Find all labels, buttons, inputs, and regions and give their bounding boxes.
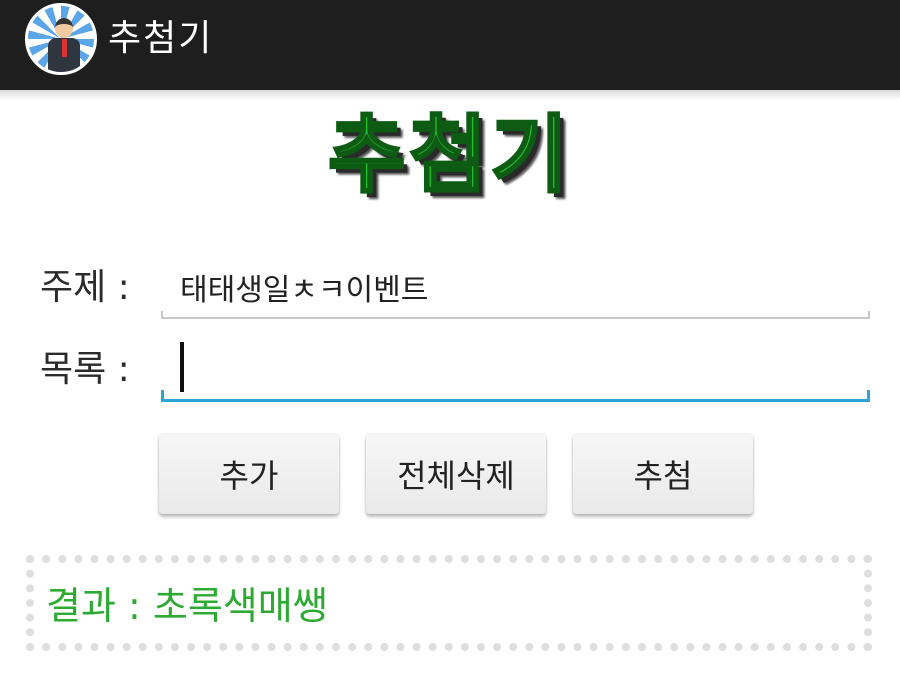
topic-underline bbox=[161, 311, 870, 319]
page-title: 추첨기 bbox=[327, 105, 572, 206]
text-caret bbox=[180, 342, 184, 392]
add-button[interactable]: 추가 bbox=[159, 434, 339, 514]
topic-label: 주제 : bbox=[40, 267, 130, 308]
businessman-app-icon[interactable] bbox=[25, 3, 97, 75]
topic-value: 태태생일ㅊㅋ이벤트 bbox=[180, 273, 429, 308]
draw-button[interactable]: 추첨 bbox=[573, 434, 753, 514]
app-title: 추첨기 bbox=[108, 18, 214, 59]
action-bar: 추첨기 bbox=[0, 0, 900, 90]
action-bar-shadow bbox=[0, 90, 900, 100]
clear-all-button[interactable]: 전체삭제 bbox=[366, 434, 546, 514]
list-label: 목록 : bbox=[40, 349, 130, 390]
list-input-edge bbox=[161, 390, 870, 402]
result-text: 결과 : 초록색매쌩 bbox=[46, 584, 328, 628]
